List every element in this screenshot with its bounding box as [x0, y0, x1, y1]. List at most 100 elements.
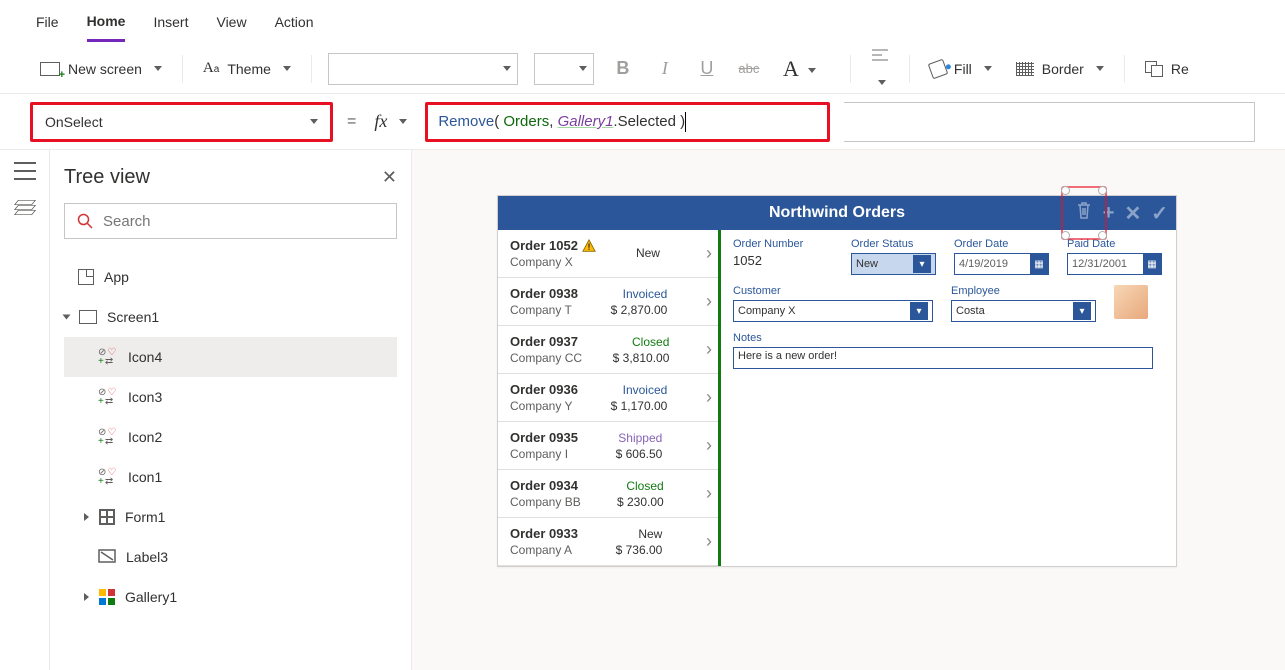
gallery-item[interactable]: Order 0937Company CCClosed$ 3,810.00› [498, 326, 718, 374]
app-icon [78, 269, 94, 285]
check-icon[interactable]: ✓ [1151, 201, 1168, 226]
tree-node-icon3[interactable]: ⊘♡+⇄Icon3 [64, 377, 397, 417]
form-icon [99, 509, 115, 525]
tree-node-icon2[interactable]: ⊘♡+⇄Icon2 [64, 417, 397, 457]
iconset-icon: ⊘♡+⇄ [98, 469, 118, 486]
font-size-dropdown[interactable] [534, 53, 594, 85]
border-label: Border [1042, 61, 1084, 77]
theme-button[interactable]: Aa Theme [199, 56, 295, 81]
left-rail [0, 150, 50, 670]
customer-dropdown[interactable]: Company X▾ [733, 300, 933, 322]
gallery-item[interactable]: Order 1052Company XNew› [498, 230, 718, 278]
fill-icon [928, 58, 949, 79]
caret-icon[interactable] [84, 513, 89, 521]
paid-date-picker[interactable]: 12/31/2001 ▦ [1067, 253, 1162, 275]
tree-search[interactable] [64, 203, 397, 239]
company-name: Company CC [510, 351, 582, 365]
property-selector[interactable]: OnSelect [30, 102, 333, 142]
font-color-button[interactable]: A [778, 56, 804, 82]
formula-fn: Remove [438, 113, 494, 130]
calendar-icon: ▦ [1143, 254, 1161, 274]
canvas[interactable]: Northwind Orders + ✕ ✓ Order 1052Company… [412, 150, 1285, 670]
order-amount: $ 2,870.00 [611, 303, 668, 317]
val-order-number: 1052 [733, 253, 833, 268]
tree-node-gallery1[interactable]: Gallery1 [64, 577, 397, 617]
val-employee: Costa [956, 305, 985, 317]
calendar-icon: ▦ [1030, 254, 1048, 274]
hamburger-icon[interactable] [14, 162, 36, 180]
italic-button[interactable]: I [652, 58, 678, 79]
formula-bar-rest[interactable] [844, 102, 1255, 142]
menu-insert[interactable]: Insert [153, 4, 188, 40]
screen-icon [79, 310, 97, 324]
notes-input[interactable]: Here is a new order! [733, 347, 1153, 369]
selection-highlight [1061, 186, 1107, 240]
tree-label: Form1 [125, 509, 165, 525]
underline-button[interactable]: U [694, 58, 720, 79]
fx-button[interactable]: fx [370, 107, 411, 136]
tree-node-screen1[interactable]: Screen1 [64, 297, 397, 337]
iconset-icon: ⊘♡+⇄ [98, 389, 118, 406]
tree-search-input[interactable] [103, 213, 384, 230]
tree-node-form1[interactable]: Form1 [64, 497, 397, 537]
tree-label: App [104, 269, 129, 285]
tree-view-icon[interactable] [14, 198, 36, 216]
order-status-dropdown[interactable]: New▾ [851, 253, 936, 275]
formula-tail: .Selected [613, 113, 676, 130]
reorder-icon [1145, 61, 1163, 77]
caret-icon[interactable] [84, 593, 89, 601]
reorder-button[interactable]: Re [1141, 57, 1193, 81]
order-amount: $ 736.00 [616, 543, 663, 557]
val-paid-date: 12/31/2001 [1072, 258, 1127, 270]
menu-home[interactable]: Home [87, 3, 126, 42]
app-header: Northwind Orders + ✕ ✓ [498, 196, 1176, 230]
order-title: Order 0933 [510, 526, 578, 541]
order-gallery[interactable]: Order 1052Company XNew›Order 0938Company… [498, 230, 721, 566]
order-date-picker[interactable]: 4/19/2019▦ [954, 253, 1049, 275]
lbl-order-date: Order Date [954, 238, 1049, 250]
tree-node-icon4[interactable]: ⊘♡+⇄Icon4 [64, 337, 397, 377]
border-button[interactable]: Border [1012, 57, 1108, 81]
align-button[interactable] [867, 48, 893, 90]
lbl-notes: Notes [733, 332, 1153, 344]
tree-node-app[interactable]: App [64, 257, 397, 297]
gallery-item[interactable]: Order 0933Company ANew$ 736.00› [498, 518, 718, 566]
close-icon[interactable]: ✕ [1124, 201, 1141, 226]
label-icon [98, 547, 116, 568]
chevron-down-icon [808, 68, 816, 73]
gallery-item[interactable]: Order 0934Company BBClosed$ 230.00› [498, 470, 718, 518]
menu-action[interactable]: Action [275, 4, 314, 40]
lbl-order-number: Order Number [733, 238, 833, 250]
tree-node-label3[interactable]: Label3 [64, 537, 397, 577]
gallery-item[interactable]: Order 0935Company IShipped$ 606.50› [498, 422, 718, 470]
new-screen-button[interactable]: New screen [36, 57, 166, 81]
divider [909, 55, 910, 83]
lbl-customer: Customer [733, 285, 933, 297]
chevron-down-icon [283, 66, 291, 71]
employee-dropdown[interactable]: Costa▾ [951, 300, 1096, 322]
strikethrough-button[interactable]: abc [736, 61, 762, 76]
gallery-item[interactable]: Order 0938Company TInvoiced$ 2,870.00› [498, 278, 718, 326]
close-icon[interactable]: ✕ [382, 167, 397, 188]
font-dropdown[interactable] [328, 53, 518, 85]
theme-label: Theme [227, 61, 271, 77]
company-name: Company A [510, 543, 578, 557]
formula-bar[interactable]: Remove( Orders, Gallery1.Selected ) [425, 102, 830, 142]
divider [311, 55, 312, 83]
chevron-down-icon [310, 119, 318, 124]
chevron-down-icon [579, 66, 587, 71]
fill-button[interactable]: Fill [926, 57, 996, 81]
menu-file[interactable]: File [36, 4, 59, 40]
detail-form: Order Number1052 Order StatusNew▾ Order … [721, 230, 1176, 566]
chevron-down-icon [1096, 66, 1104, 71]
gallery-item[interactable]: Order 0936Company YInvoiced$ 1,170.00› [498, 374, 718, 422]
tree-node-icon1[interactable]: ⊘♡+⇄Icon1 [64, 457, 397, 497]
caret-icon[interactable] [63, 315, 71, 320]
val-customer: Company X [738, 305, 795, 317]
menu-view[interactable]: View [216, 4, 246, 40]
company-name: Company BB [510, 495, 581, 509]
trash-icon[interactable] [1075, 200, 1093, 226]
order-status: Closed [632, 335, 669, 349]
bold-button[interactable]: B [610, 58, 636, 79]
chevron-right-icon: › [706, 291, 712, 312]
